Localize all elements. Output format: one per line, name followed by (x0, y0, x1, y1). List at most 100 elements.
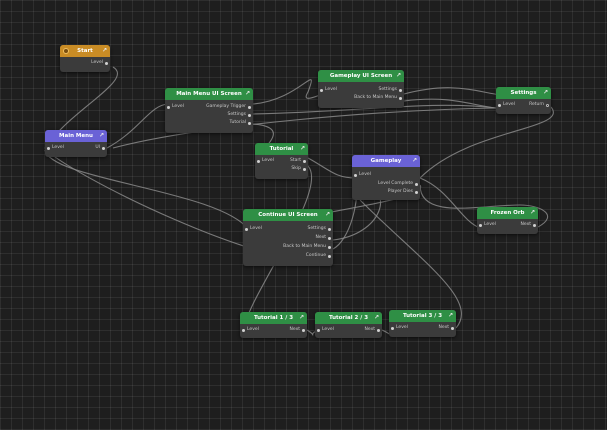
pin-label: Continue (305, 253, 326, 258)
node-header[interactable]: Main Menu UI Screen ↗ (165, 88, 253, 100)
node-tutorial[interactable]: Tutorial ↗ Level Start Skip (255, 143, 308, 179)
node-header[interactable]: Continue UI Screen ↗ (243, 209, 333, 221)
input-pin[interactable]: Level (498, 102, 515, 108)
link-icon[interactable]: ↗ (374, 312, 379, 324)
pin-label: Level (172, 104, 184, 109)
output-pin[interactable]: Player Dies (387, 189, 418, 195)
node-title: Main Menu UI Screen (176, 91, 242, 97)
input-pin[interactable]: Level (245, 226, 262, 232)
node-header[interactable]: Tutorial 1 / 3 ↗ (240, 312, 307, 324)
output-pin[interactable]: Start (290, 158, 306, 164)
output-pin[interactable]: Tutorial (229, 120, 251, 126)
node-header[interactable]: Tutorial 2 / 3 ↗ (315, 312, 382, 324)
input-pin[interactable]: Level (167, 104, 184, 110)
pin-label: Next (438, 325, 449, 330)
output-pin[interactable]: Next (316, 235, 331, 241)
connection-wire (419, 106, 554, 179)
node-header[interactable]: Gameplay UI Screen ↗ (318, 70, 404, 82)
connection-wire (419, 177, 481, 229)
link-icon[interactable]: ↗ (300, 143, 305, 155)
node-header[interactable]: Tutorial 3 / 3 ↗ (389, 310, 456, 322)
node-main-menu[interactable]: Main Menu ↗ Level UI (45, 130, 107, 157)
link-icon[interactable]: ↗ (102, 45, 107, 57)
pin-label: Back to Main Menu (283, 244, 326, 249)
node-title: Gameplay (370, 158, 402, 164)
connection-wire (252, 79, 325, 105)
node-title: Tutorial (269, 146, 294, 152)
graph-canvas[interactable]: Start ↗ Level Main Menu ↗ Level UI Main … (0, 0, 607, 430)
node-header[interactable]: Settings ↗ (496, 87, 551, 99)
output-pin[interactable]: Continue (305, 253, 331, 259)
output-pin[interactable]: Settings (379, 87, 402, 93)
pin-label: Return (529, 102, 544, 107)
output-pin[interactable]: Back to Main Menu (283, 244, 331, 250)
node-header[interactable]: Gameplay ↗ (352, 155, 420, 167)
node-start[interactable]: Start ↗ Level (60, 45, 110, 72)
node-frozen-orb[interactable]: Frozen Orb ↗ Level Next (477, 207, 538, 234)
input-pin[interactable]: Level (242, 327, 259, 333)
output-pin[interactable]: Return (529, 102, 549, 108)
pin-label: UI (95, 145, 100, 150)
pin-label: Level (250, 226, 262, 231)
node-header[interactable]: Frozen Orb ↗ (477, 207, 538, 219)
input-pin[interactable]: Level (317, 327, 334, 333)
start-icon (63, 48, 69, 54)
node-gameplay-ui-screen[interactable]: Gameplay UI Screen ↗ Level Settings Back… (318, 70, 404, 108)
pin-label: Player Dies (387, 189, 413, 194)
pin-label: Next (289, 327, 300, 332)
node-tutorial-2[interactable]: Tutorial 2 / 3 ↗ Level Next (315, 312, 382, 338)
link-icon[interactable]: ↗ (448, 310, 453, 322)
node-title: Tutorial 1 / 3 (253, 315, 294, 321)
output-pin[interactable]: Back to Main Menu (354, 95, 402, 101)
connection-wire (359, 199, 462, 329)
node-tutorial-3[interactable]: Tutorial 3 / 3 ↗ Level Next (389, 310, 456, 337)
output-pin[interactable]: Next (438, 325, 454, 331)
node-tutorial-1[interactable]: Tutorial 1 / 3 ↗ Level Next (240, 312, 307, 338)
output-pin[interactable]: Next (364, 327, 380, 333)
output-pin[interactable]: UI (95, 145, 105, 151)
connection-wire (307, 157, 357, 179)
link-icon[interactable]: ↗ (299, 312, 304, 324)
link-icon[interactable]: ↗ (245, 88, 250, 100)
output-pin[interactable]: Level Complete (378, 181, 418, 187)
link-icon[interactable]: ↗ (396, 70, 401, 82)
link-icon[interactable]: ↗ (530, 207, 535, 219)
pin-label: Level (325, 87, 337, 92)
output-pin[interactable]: Skip (291, 166, 306, 172)
input-pin[interactable]: Level (47, 145, 64, 151)
link-icon[interactable]: ↗ (325, 209, 330, 221)
output-pin[interactable]: Settings (228, 112, 251, 118)
node-title: Tutorial 2 / 3 (328, 315, 369, 321)
link-icon[interactable]: ↗ (99, 130, 104, 142)
node-title: Frozen Orb (490, 210, 525, 216)
pin-label: Level (359, 172, 371, 177)
link-icon[interactable]: ↗ (543, 87, 548, 99)
output-pin[interactable]: Next (521, 222, 536, 228)
node-continue-ui-screen[interactable]: Continue UI Screen ↗ Level Settings Next… (243, 209, 333, 266)
node-start-header[interactable]: Start ↗ (60, 45, 110, 57)
pin-label: Level (484, 222, 496, 227)
node-header[interactable]: Tutorial ↗ (255, 143, 308, 155)
input-pin[interactable]: Level (479, 222, 496, 228)
input-pin[interactable]: Level (320, 87, 337, 93)
input-pin[interactable]: Level (257, 158, 274, 164)
output-pin[interactable]: Next (289, 327, 305, 333)
output-pin[interactable]: Settings (308, 226, 331, 232)
node-main-menu-header[interactable]: Main Menu ↗ (45, 130, 107, 142)
pin-label: Next (364, 327, 375, 332)
input-pin[interactable]: Level (391, 325, 408, 331)
connection-wire (44, 149, 250, 231)
link-icon[interactable]: ↗ (412, 155, 417, 167)
input-pin[interactable]: Level (354, 172, 371, 178)
pin-label: Level (52, 145, 64, 150)
node-title: Tutorial 3 / 3 (402, 313, 443, 319)
node-title: Start (77, 48, 93, 54)
pin-label: Skip (291, 166, 301, 171)
node-gameplay[interactable]: Gameplay ↗ Level Level Complete Player D… (352, 155, 420, 200)
output-pin[interactable]: Gameplay Trigger (206, 104, 251, 110)
pin-label: Level (322, 327, 334, 332)
connection-wire (106, 103, 169, 149)
output-pin[interactable]: Level (91, 60, 108, 66)
node-main-menu-ui-screen[interactable]: Main Menu UI Screen ↗ Level Gameplay Tri… (165, 88, 253, 133)
node-settings[interactable]: Settings ↗ Level Return (496, 87, 551, 114)
